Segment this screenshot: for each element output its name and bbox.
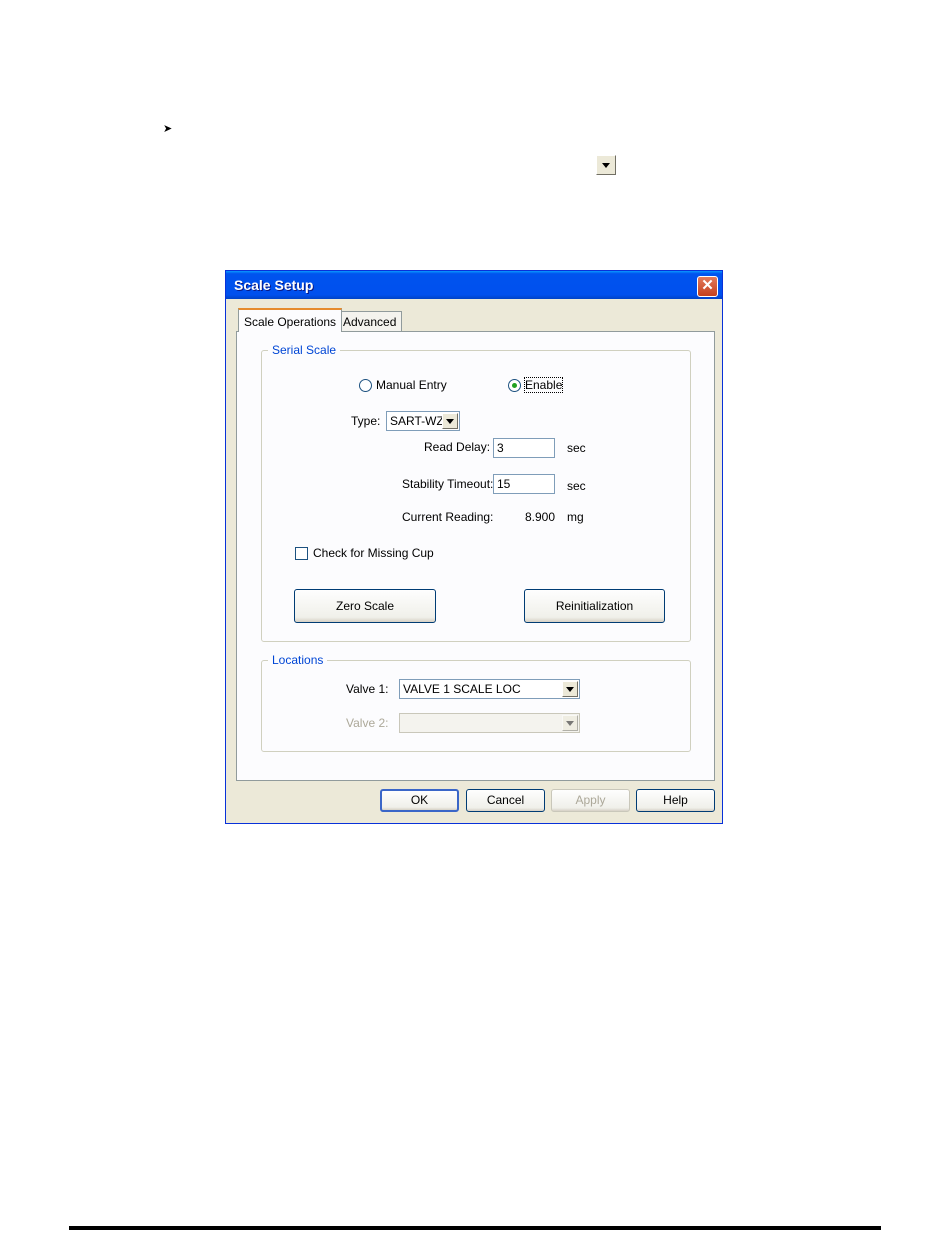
title-bar: Scale Setup ✕: [226, 271, 722, 299]
type-label: Type:: [351, 414, 381, 428]
tab-panel: Serial Scale Manual Entry Enable Type: S…: [236, 331, 715, 781]
apply-button: Apply: [551, 789, 630, 812]
valve2-select: [399, 713, 580, 733]
stability-timeout-input[interactable]: 15: [493, 474, 555, 494]
serial-scale-legend: Serial Scale: [268, 343, 341, 357]
current-reading-unit: mg: [567, 510, 584, 524]
radio-selected-dot: [512, 383, 517, 388]
footer-rule: [69, 1226, 881, 1230]
current-reading-label: Current Reading:: [402, 510, 494, 524]
enable-radio[interactable]: [508, 379, 521, 392]
ok-button[interactable]: OK: [380, 789, 459, 812]
zero-scale-button[interactable]: Zero Scale: [294, 589, 436, 623]
reinitialization-button[interactable]: Reinitialization: [524, 589, 665, 623]
missing-cup-checkbox[interactable]: [295, 547, 308, 560]
tab-advanced[interactable]: Advanced: [337, 311, 403, 331]
bullet-arrow-icon: ➤: [163, 123, 173, 135]
missing-cup-label: Check for Missing Cup: [313, 546, 434, 560]
manual-entry-label: Manual Entry: [376, 378, 447, 392]
chevron-down-icon[interactable]: [562, 681, 578, 697]
enable-label: Enable: [523, 377, 564, 393]
valve2-label: Valve 2:: [346, 716, 389, 730]
chevron-down-icon: [562, 715, 578, 731]
dialog-title: Scale Setup: [234, 277, 314, 293]
stability-timeout-unit: sec: [567, 479, 586, 493]
stability-timeout-label: Stability Timeout:: [402, 477, 494, 491]
chevron-down-icon[interactable]: [442, 413, 458, 429]
read-delay-unit: sec: [567, 441, 586, 455]
valve1-select-value: VALVE 1 SCALE LOC: [403, 682, 521, 696]
type-select-value: SART-WZ: [390, 414, 444, 428]
manual-entry-radio[interactable]: [359, 379, 372, 392]
tab-scale-operations[interactable]: Scale Operations: [238, 308, 343, 332]
scale-setup-dialog: Scale Setup ✕ Scale Operations Advanced …: [225, 270, 723, 824]
cancel-button[interactable]: Cancel: [466, 789, 545, 812]
valve1-label: Valve 1:: [346, 682, 389, 696]
serial-scale-group: Serial Scale Manual Entry Enable Type: S…: [261, 343, 691, 642]
help-button[interactable]: Help: [636, 789, 715, 812]
locations-group: Locations Valve 1: VALVE 1 SCALE LOC Val…: [261, 653, 691, 752]
read-delay-input[interactable]: 3: [493, 438, 555, 458]
valve1-select[interactable]: VALVE 1 SCALE LOC: [399, 679, 580, 699]
read-delay-label: Read Delay:: [424, 440, 491, 454]
dropdown-arrow-icon: [596, 155, 616, 175]
type-select[interactable]: SART-WZ: [386, 411, 460, 431]
locations-legend: Locations: [268, 653, 328, 667]
current-reading-value: 8.900: [525, 510, 556, 524]
close-button[interactable]: ✕: [697, 276, 718, 297]
